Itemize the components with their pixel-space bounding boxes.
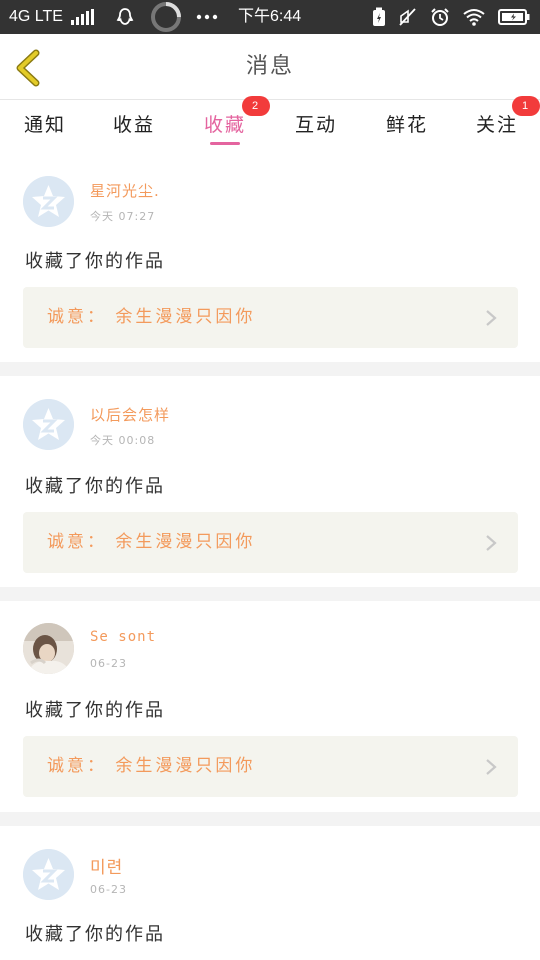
message-time: 今天 07:27	[90, 210, 156, 223]
chevron-right-icon	[486, 535, 497, 551]
user-photo-avatar	[23, 623, 74, 674]
status-right	[372, 0, 530, 34]
sender-name[interactable]: 星河光尘.	[90, 180, 160, 201]
message-item: Se sont 06-23 收藏了你的作品 诚意： 余生漫漫只因你	[0, 601, 540, 812]
tab-interaction[interactable]: 互动	[295, 110, 337, 146]
work-link[interactable]: 诚意： 余生漫漫只因你	[23, 287, 518, 348]
chevron-right-icon	[486, 759, 497, 775]
tab-flowers[interactable]: 鲜花	[386, 110, 428, 146]
message-time: 今天 00:08	[90, 434, 156, 447]
avatar[interactable]	[23, 176, 74, 227]
work-title: 诚意： 余生漫漫只因你	[47, 532, 256, 552]
tab-following[interactable]: 关注 1	[476, 96, 540, 146]
page-title: 消息	[245, 54, 294, 79]
work-link[interactable]: 诚意： 余生漫漫只因你	[23, 512, 518, 573]
status-left: 4G LTE	[9, 0, 218, 34]
default-avatar-icon	[23, 849, 74, 900]
divider	[0, 362, 540, 376]
work-title: 诚意： 余生漫漫只因你	[47, 756, 256, 776]
message-list: 星河光尘. 今天 07:27 收藏了你的作品 诚意： 余生漫漫只因你 以后会怎样…	[0, 151, 540, 946]
active-tab-indicator	[210, 142, 240, 145]
tab-label: 通知	[24, 114, 67, 136]
work-title: 诚意： 余生漫漫只因你	[47, 307, 256, 327]
tab-earnings[interactable]: 收益	[113, 110, 155, 146]
chevron-right-icon	[486, 310, 497, 326]
message-item: 星河光尘. 今天 07:27 收藏了你的作品 诚意： 余生漫漫只因你	[0, 151, 540, 362]
loading-icon	[150, 1, 182, 33]
avatar[interactable]	[23, 849, 74, 900]
alarm-icon	[430, 7, 450, 27]
qq-icon	[116, 7, 134, 27]
tab-label: 收藏	[204, 114, 247, 136]
battery-saver-icon	[372, 7, 386, 27]
default-avatar-icon	[23, 399, 74, 450]
status-time: 下午6:44	[238, 8, 302, 25]
status-bar: 4G LTE 下午6:44	[0, 0, 540, 34]
message-action: 收藏了你的作品	[25, 924, 165, 945]
tab-favorites[interactable]: 收藏 2	[204, 96, 270, 146]
tab-badge: 1	[512, 96, 540, 116]
tab-badge: 2	[242, 96, 270, 116]
divider	[0, 812, 540, 826]
mute-icon	[398, 7, 418, 27]
avatar[interactable]	[23, 399, 74, 450]
sender-name[interactable]: 以后会怎样	[90, 404, 170, 425]
avatar[interactable]	[23, 623, 74, 674]
header: 消息	[0, 34, 540, 100]
message-time: 06-23	[90, 883, 127, 896]
sender-name[interactable]: Se sont	[90, 629, 156, 645]
tab-label: 互动	[295, 114, 338, 136]
message-action: 收藏了你的作品	[25, 251, 165, 272]
battery-icon	[498, 9, 530, 25]
more-notifications-icon	[196, 14, 218, 20]
default-avatar-icon	[23, 176, 74, 227]
sender-name[interactable]: 미련	[90, 853, 123, 878]
divider	[0, 587, 540, 601]
work-link[interactable]: 诚意： 余生漫漫只因你	[23, 736, 518, 797]
network-label: 4G LTE	[9, 8, 63, 25]
tab-bar: 通知 收益 收藏 2 互动 鲜花 关注 1	[0, 96, 540, 151]
message-item: 미련 06-23 收藏了你的作品	[0, 826, 540, 946]
wifi-icon	[462, 8, 486, 26]
message-time: 06-23	[90, 657, 127, 670]
tab-label: 关注	[476, 114, 519, 136]
tab-notifications[interactable]: 通知	[24, 110, 66, 146]
message-item: 以后会怎样 今天 00:08 收藏了你的作品 诚意： 余生漫漫只因你	[0, 376, 540, 587]
signal-icon	[70, 9, 94, 25]
tab-label: 鲜花	[386, 114, 429, 136]
message-action: 收藏了你的作品	[25, 700, 165, 721]
tab-label: 收益	[113, 114, 156, 136]
message-action: 收藏了你的作品	[25, 476, 165, 497]
